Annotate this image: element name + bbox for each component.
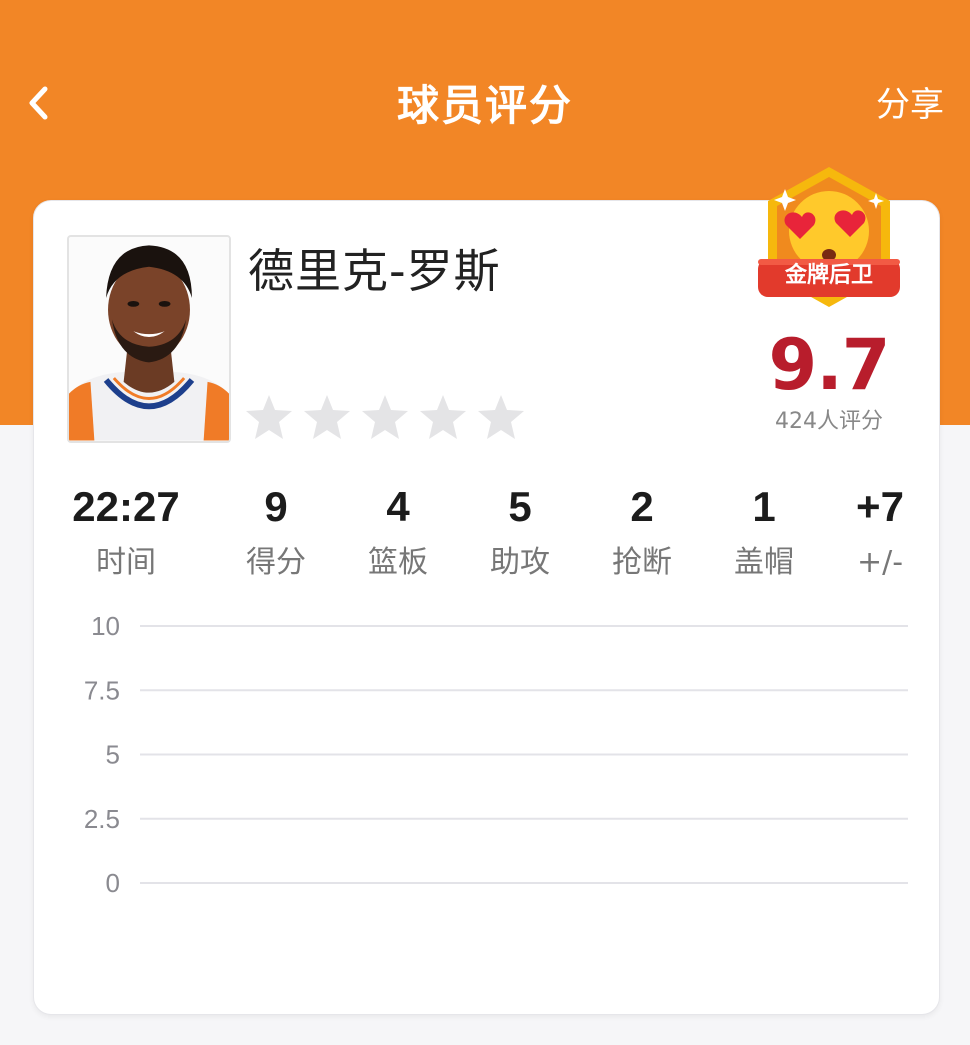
stat-plus-minus: +7 +/- [810,479,950,585]
player-photo [69,237,229,441]
stat-label: +/- [856,545,904,580]
stat-label: 抢断 [612,545,672,580]
star-icon [246,395,292,439]
y-tick-label: 0 [106,868,120,898]
stats-row: 22:27 时间 9 得分 4 篮板 5 助攻 2 抢断 1 盖帽 +7 +/- [34,479,941,589]
stat-steals: 2 抢断 [572,479,712,585]
rating-stars[interactable] [244,393,526,441]
y-tick-label: 5 [106,740,120,770]
stat-rebounds: 4 篮板 [328,479,468,585]
player-badge: 金牌后卫 [754,163,904,323]
badge-label: 金牌后卫 [784,263,873,288]
stat-minutes: 22:27 时间 [56,479,196,585]
player-avatar [67,235,231,443]
star-3[interactable] [360,393,410,441]
stat-label: 篮板 [368,545,428,580]
stat-value: +7 [856,483,904,530]
player-rating-card: 德里克-罗斯 金牌后卫 9.7 424人评分 22:27 时间 9 得分 4 篮… [33,167,941,1015]
stat-assists: 5 助攻 [450,479,590,585]
star-1[interactable] [244,393,294,441]
star-2[interactable] [302,393,352,441]
page-title: 球员评分 [396,81,573,130]
stat-label: 得分 [246,545,306,580]
star-icon [304,395,350,439]
stat-value: 2 [630,483,654,530]
stat-value: 4 [386,483,410,530]
stat-value: 9 [264,483,288,530]
star-icon [478,395,524,439]
y-tick-label: 10 [91,611,120,641]
stat-value: 22:27 [72,483,180,530]
star-icon [362,395,408,439]
player-score: 9.7 [768,324,890,406]
stat-label: 助攻 [490,545,550,580]
star-5[interactable] [476,393,526,441]
y-tick-label: 2.5 [84,804,120,834]
stat-label: 时间 [96,545,156,580]
star-4[interactable] [418,393,468,441]
stat-points: 9 得分 [206,479,346,585]
rating-chart: 10 7.5 5 2.5 0 [34,601,941,901]
rating-count: 424人评分 [775,409,883,434]
share-button[interactable]: 分享 [876,82,944,128]
heart-eyes-emoji-badge-icon [758,167,900,307]
star-icon [420,395,466,439]
y-tick-label: 7.5 [84,675,120,705]
rating-chart-svg: 10 7.5 5 2.5 0 [84,611,908,898]
player-name: 德里克-罗斯 [248,244,501,298]
stat-value: 5 [508,483,532,530]
